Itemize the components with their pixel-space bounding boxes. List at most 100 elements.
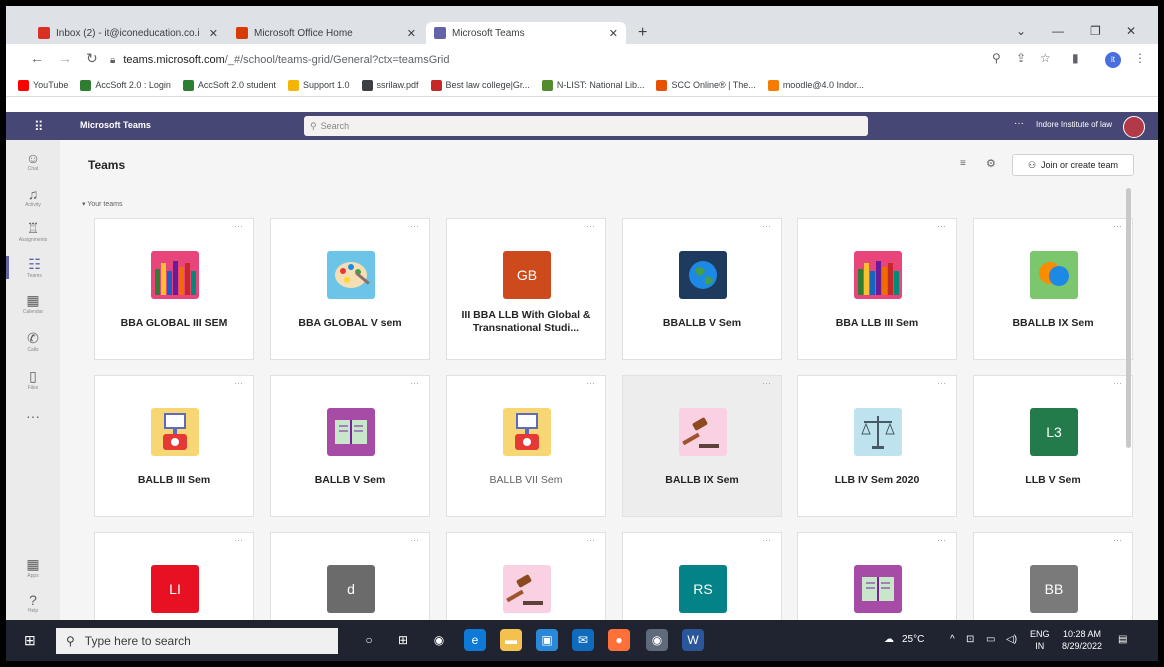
team-card[interactable]: ··· LI — [94, 532, 254, 620]
restore-button[interactable]: ❐ — [1090, 24, 1101, 38]
team-card[interactable]: ··· BBA GLOBAL V sem — [270, 218, 430, 360]
new-tab-button[interactable]: + — [638, 24, 647, 42]
bookmark-item[interactable]: N-LIST: National Lib... — [541, 79, 644, 91]
app-bar-item[interactable]: ? Help — [6, 592, 60, 614]
bookmark-item[interactable]: moodle@4.0 Indor... — [767, 79, 864, 91]
display-icon[interactable]: ▭ — [986, 634, 995, 645]
chrome-active-icon[interactable]: ◉ — [646, 629, 668, 651]
more-options-icon[interactable]: ··· — [937, 221, 946, 231]
more-options-icon[interactable]: ··· — [234, 221, 243, 231]
tab-office[interactable]: Microsoft Office Home ✕ — [228, 22, 424, 44]
app-bar-item[interactable]: ☺ Chat — [6, 150, 60, 172]
sidepanel-icon[interactable]: ▮ — [1072, 51, 1079, 65]
language-indicator[interactable]: ENG IN — [1030, 628, 1050, 652]
app-bar-item[interactable]: ✆ Calls — [6, 330, 60, 353]
more-options-icon[interactable]: ··· — [937, 378, 946, 388]
firefox-icon[interactable]: ● — [608, 629, 630, 651]
app-bar-item[interactable]: ▯ Files — [6, 368, 60, 391]
mail-icon[interactable]: ✉ — [572, 629, 594, 651]
app-bar-item[interactable]: ▦ Apps — [6, 556, 60, 579]
chrome-icon[interactable]: ◉ — [428, 629, 450, 651]
team-card[interactable]: ··· BBALLB IX Sem — [973, 218, 1133, 360]
more-options-icon[interactable]: ··· — [762, 535, 771, 545]
temperature[interactable]: 25°C — [902, 634, 924, 645]
minimize-button[interactable]: — — [1052, 24, 1064, 38]
team-card[interactable]: ··· LLB IV Sem 2020 — [797, 375, 957, 517]
search-input[interactable]: ⚲ Search — [304, 116, 868, 136]
bookmark-item[interactable]: AccSoft 2.0 student — [182, 79, 276, 91]
bookmark-item[interactable]: YouTube — [18, 79, 68, 91]
your-teams-header[interactable]: ▾ Your teams — [82, 200, 123, 208]
more-options-icon[interactable]: ··· — [410, 378, 419, 388]
team-card[interactable]: ··· BBA LLB III Sem — [797, 218, 957, 360]
clock[interactable]: 10:28 AM 8/29/2022 — [1062, 628, 1102, 652]
team-card[interactable]: ··· BBALLB V Sem — [622, 218, 782, 360]
profile-avatar[interactable]: it — [1105, 52, 1121, 68]
team-card[interactable]: ··· BALLB VII Sem — [446, 375, 606, 517]
taskbar-search-input[interactable]: ⚲ Type here to search — [56, 628, 338, 654]
team-card[interactable]: ··· GB III BBA LLB With Global & Transnati… — [446, 218, 606, 360]
bookmark-item[interactable]: SCC Online® | The... — [656, 79, 756, 91]
address-bar[interactable]: 🔒︎ teams.microsoft.com /_#/school/teams-… — [110, 50, 970, 70]
more-options-icon[interactable]: ··· — [234, 535, 243, 545]
team-card[interactable]: ··· RS — [622, 532, 782, 620]
more-options-icon[interactable]: ··· — [1113, 221, 1122, 231]
notifications-icon[interactable]: ▤ — [1118, 634, 1127, 645]
app-bar-item[interactable]: ☷ Teams — [6, 256, 60, 279]
more-options-icon[interactable]: ··· — [586, 221, 595, 231]
gear-icon[interactable]: ⚙ — [986, 157, 996, 170]
back-icon[interactable]: ← — [30, 50, 44, 66]
avatar[interactable] — [1123, 116, 1145, 138]
team-card[interactable]: ··· BALLB IX Sem — [622, 375, 782, 517]
filter-icon[interactable]: ≡ — [960, 158, 966, 169]
file-explorer-icon[interactable]: ▬ — [500, 629, 522, 651]
bookmark-item[interactable]: ssrilaw.pdf — [361, 79, 419, 91]
team-card[interactable]: ··· BALLB V Sem — [270, 375, 430, 517]
app-bar-item[interactable]: ▦ Calendar — [6, 292, 60, 315]
zoom-icon[interactable]: ⚲ — [992, 51, 1001, 65]
cortana-icon[interactable]: ○ — [358, 629, 380, 651]
team-card[interactable]: ··· d — [270, 532, 430, 620]
share-icon[interactable]: ⇪ — [1016, 51, 1026, 65]
team-card[interactable]: ··· L3 LLB V Sem — [973, 375, 1133, 517]
volume-icon[interactable]: ◁) — [1006, 634, 1017, 645]
close-icon[interactable]: ✕ — [609, 27, 618, 40]
app-bar-item[interactable]: ♫ Activity — [6, 186, 60, 208]
join-create-team-button[interactable]: ⚇ Join or create team — [1012, 154, 1134, 176]
bookmark-item[interactable]: Best law college|Gr... — [430, 79, 530, 91]
menu-icon[interactable]: ⋮ — [1134, 51, 1146, 65]
reload-icon[interactable]: ↻ — [86, 50, 98, 67]
more-options-icon[interactable]: ··· — [1113, 535, 1122, 545]
more-options-icon[interactable]: ··· — [410, 221, 419, 231]
team-card[interactable]: ··· BALLB III Sem — [94, 375, 254, 517]
tray-chevron-icon[interactable]: ^ — [950, 634, 955, 645]
scrollbar[interactable] — [1126, 188, 1131, 448]
app-bar-item[interactable]: ♖ Assignments — [6, 220, 60, 243]
more-options-icon[interactable]: ··· — [937, 535, 946, 545]
more-options-icon[interactable]: ··· — [762, 378, 771, 388]
tab-teams[interactable]: Microsoft Teams ✕ — [426, 22, 626, 44]
weather-icon[interactable]: ☁ — [884, 634, 894, 645]
more-options-icon[interactable]: ··· — [410, 535, 419, 545]
tab-search-icon[interactable]: ⌄ — [1016, 24, 1026, 38]
close-icon[interactable]: ✕ — [209, 27, 218, 40]
team-card[interactable]: ··· BB — [973, 532, 1133, 620]
team-card[interactable]: ··· — [446, 532, 606, 620]
more-options-icon[interactable]: ··· — [762, 221, 771, 231]
edge-icon[interactable]: e — [464, 629, 486, 651]
bookmark-item[interactable]: Support 1.0 — [287, 79, 350, 91]
network-icon[interactable]: ⊡ — [966, 634, 974, 645]
tab-gmail[interactable]: Inbox (2) - it@iconeducation.co.i ✕ — [30, 22, 226, 44]
team-card[interactable]: ··· — [797, 532, 957, 620]
more-options-icon[interactable]: ··· — [1113, 378, 1122, 388]
close-icon[interactable]: ✕ — [407, 27, 416, 40]
more-options-icon[interactable]: ··· — [586, 378, 595, 388]
bookmark-star-icon[interactable]: ☆ — [1040, 51, 1051, 65]
windows-start-icon[interactable]: ⊞ — [24, 632, 36, 649]
close-window-button[interactable]: ✕ — [1126, 24, 1136, 38]
more-options-icon[interactable]: ··· — [586, 535, 595, 545]
org-name[interactable]: Indore Institute of law — [1036, 120, 1112, 129]
app-launcher-icon[interactable]: ⠿ — [34, 119, 44, 135]
task-view-icon[interactable]: ⊞ — [392, 629, 414, 651]
bookmark-item[interactable]: AccSoft 2.0 : Login — [80, 79, 171, 91]
